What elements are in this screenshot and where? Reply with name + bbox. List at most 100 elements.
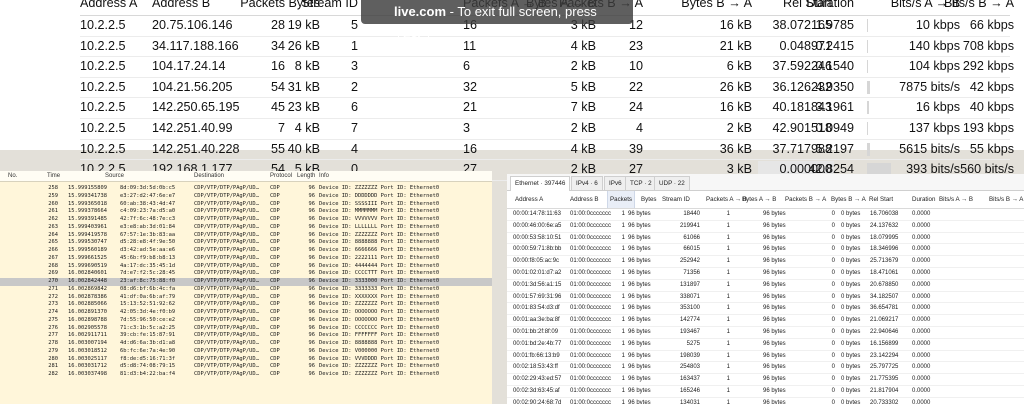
- conversation-row[interactable]: 00:02:18:53:43:ff 01:00:0ccccccc 1 96 bytes…: [507, 362, 1024, 375]
- packet-row[interactable]: 268 15.999690519 4a:17:dc:35:45:1d CDP/VTP/…: [0, 263, 492, 271]
- table-cell: 18440: [683, 211, 700, 217]
- column-header[interactable]: Info: [319, 171, 329, 181]
- column-header[interactable]: Address B: [152, 0, 210, 10]
- packet-row[interactable]: 276 16.002905578 71:c3:1b:5c:a2:25 CDP/VTP/…: [0, 325, 492, 333]
- table-cell: 193467: [679, 328, 700, 335]
- packet-length: 96: [308, 355, 316, 362]
- stats-row[interactable]: 10.2.2.5 142.250.65.195 45 23 kB 6 21 7 kB 24 16…: [80, 98, 1014, 119]
- packet-cell: e3:27:d2:47:6e:e7: [120, 192, 176, 199]
- conversation-row[interactable]: 00:00:14:78:11:63 01:00:0ccccccc 1 96 bytes…: [507, 209, 1024, 221]
- packet-row[interactable]: 264 15.999419578 67:57:1e:3b:83:aa CDP/VTP/…: [0, 232, 492, 240]
- packet-row[interactable]: 271 16.002869842 08:d6:bf:6b:4c:fa CDP/VTP/…: [0, 286, 492, 294]
- packet-row[interactable]: 273 16.002885066 15:13:52:51:92:62 CDP/VTP/…: [0, 301, 492, 309]
- conversation-row[interactable]: 00:01:57:69:31:96 01:00:0ccccccc 1 96 bytes…: [507, 292, 1024, 304]
- table-cell: 21.775395: [870, 376, 899, 383]
- conversation-row[interactable]: 00:00:59:71:8b:bb 01:00:0ccccccc 1 96 bytes…: [507, 244, 1024, 257]
- packet-row[interactable]: 278 16.003007194 4d:d6:6a:3b:d1:a8 CDP/VTP/…: [0, 340, 492, 348]
- column-header[interactable]: Length: [297, 171, 315, 181]
- conversation-row[interactable]: 00:01:bb:2f:8f:09 01:00:0ccccccc 1 96 bytes…: [507, 327, 1024, 339]
- packet-row[interactable]: 258 15.999155809 8d:09:3d:5d:0b:c5 CDP/VTP/…: [0, 185, 492, 193]
- column-header[interactable]: Bits/s A → B: [939, 191, 973, 208]
- packet-cell: d5:d8:74:08:79:15: [120, 363, 176, 370]
- packet-row[interactable]: 266 15.999560189 d3:42:ad:5e:aa:e6 CDP/VTP/…: [0, 247, 492, 255]
- table-cell: 0 bytes: [841, 364, 861, 371]
- table-cell: 01:00:0ccccccc: [570, 305, 612, 312]
- conversation-row[interactable]: 00:02:90:24:68:7d 01:00:0ccccccc 1 96 bytes…: [507, 398, 1024, 404]
- conversation-row[interactable]: 00:01:3d:56:a1:15 01:00:0ccccccc 1 96 bytes…: [507, 280, 1024, 292]
- column-header[interactable]: Bytes A → B: [742, 191, 776, 208]
- stats-row[interactable]: 10.2.2.5 104.21.56.205 54 31 kB 2 32 5 kB 22 26 …: [80, 78, 1014, 99]
- conversation-row[interactable]: 00:01:bd:2e:4b:77 01:00:0ccccccc 1 96 bytes…: [507, 339, 1024, 351]
- column-header[interactable]: Bits/s B → A: [944, 0, 1014, 10]
- column-header[interactable]: Stream ID: [662, 191, 690, 208]
- column-header[interactable]: Address A: [515, 191, 543, 208]
- conversation-row[interactable]: 00:00:53:58:10:51 01:00:0ccccccc 1 96 bytes…: [507, 233, 1024, 245]
- packet-row[interactable]: 277 16.002911711 39:cb:fe:15:87:91 CDP/VTP/…: [0, 332, 492, 340]
- conversation-row[interactable]: 00:01:02:01:d7:a2 01:00:0ccccccc 1 96 bytes…: [507, 268, 1024, 280]
- packet-row[interactable]: 281 16.003031712 d5:d8:74:08:79:15 CDP/VTP/…: [0, 363, 492, 371]
- packet-list-body[interactable]: 258 15.999155809 8d:09:3d:5d:0b:c5 CDP/VTP/…: [0, 182, 492, 379]
- packet-row[interactable]: 260 15.999365018 60:ab:38:43:4d:47 CDP/VTP/…: [0, 201, 492, 209]
- conversation-row[interactable]: 00:01:aa:3e:ba:8f 01:00:0ccccccc 1 96 bytes…: [507, 315, 1024, 327]
- packet-row[interactable]: 275 16.002898788 7d:55:96:50:ce:e2 CDP/VTP/…: [0, 317, 492, 325]
- packet-row[interactable]: 282 16.003037498 81:d3:b4:22:ba:f4 CDP/VTP/…: [0, 371, 492, 379]
- column-header[interactable]: Stream ID: [301, 0, 358, 10]
- column-header[interactable]: Packets: [240, 0, 285, 10]
- packet-cell: CDP: [270, 262, 280, 269]
- packet-row[interactable]: 279 16.003018512 6b:fc:6e:7a:4e:90 CDP/VTP/…: [0, 348, 492, 356]
- packet-row[interactable]: 267 15.999661525 45:6b:f9:b8:b8:13 CDP/VTP/…: [0, 255, 492, 263]
- tab-tcp[interactable]: TCP · 2: [625, 176, 657, 190]
- column-header[interactable]: Rel Start: [869, 191, 893, 208]
- column-header[interactable]: Bytes B → A: [681, 0, 752, 10]
- table-cell: 0 bytes: [841, 328, 861, 335]
- column-header[interactable]: Duration: [806, 0, 854, 10]
- conversation-row[interactable]: 00:01:83:54:d3:df 01:00:0ccccccc 1 96 bytes…: [507, 303, 1024, 316]
- column-header[interactable]: Bits/s B → A: [989, 191, 1023, 208]
- protocol-tabs: Ethernet · 397446 IPv4 · 6 IPv6 TCP · 2 UDP …: [507, 174, 1024, 191]
- packet-row[interactable]: 259 15.999341738 e3:27:d2:47:6e:e7 CDP/VTP/…: [0, 193, 492, 201]
- column-header[interactable]: Duration: [912, 191, 935, 208]
- table-cell: 21.069217: [870, 317, 899, 324]
- conversations-body[interactable]: 00:00:14:78:11:63 01:00:0ccccccc 1 96 bytes…: [507, 209, 1024, 404]
- column-header[interactable]: Address A: [80, 0, 137, 10]
- packet-row[interactable]: 274 16.002891370 42:05:3d:4e:f0:b9 CDP/VTP/…: [0, 309, 492, 317]
- stats-row[interactable]: 10.2.2.5 142.251.40.228 55 40 kB 4 16 4 kB 39 36…: [80, 140, 1014, 161]
- stats-row[interactable]: 10.2.2.5 34.117.188.166 34 26 kB 1 11 4 kB 23 21…: [80, 37, 1014, 58]
- column-header[interactable]: Protocol: [270, 171, 292, 181]
- packet-length: 96: [308, 254, 316, 261]
- column-header[interactable]: Address B: [570, 191, 599, 208]
- column-header[interactable]: Packets A → B: [706, 191, 747, 208]
- packet-row[interactable]: 265 15.999530747 d5:28:e8:4f:9e:50 CDP/VTP/…: [0, 239, 492, 247]
- packet-row[interactable]: 262 15.999391485 42:7f:6c:48:7e:c3 CDP/VTP/…: [0, 216, 492, 224]
- tab-ipv6[interactable]: IPv6: [604, 176, 627, 190]
- column-header[interactable]: Time: [47, 171, 60, 181]
- packet-length: 96: [308, 371, 316, 377]
- conversation-row[interactable]: 00:02:29:43:ed:57 01:00:0ccccccc 1 96 bytes…: [507, 374, 1024, 386]
- packet-row[interactable]: 272 16.002878386 41:df:0a:6b:af:79 CDP/VTP/…: [0, 294, 492, 302]
- column-header[interactable]: Packets B → A: [785, 191, 826, 208]
- column-header[interactable]: Bytes B → A: [831, 191, 866, 208]
- packet-row[interactable]: 261 15.999378664 c4:09:23:7a:d5:a0 CDP/VTP/…: [0, 208, 492, 216]
- packet-row[interactable]: 269 16.002840601 7d:e7:f2:5c:28:45 CDP/VTP/…: [0, 270, 492, 278]
- stats-row[interactable]: 10.2.2.5 142.251.40.99 7 4 kB 7 3 2 kB 4 2 kB 42.…: [80, 119, 1014, 140]
- packet-cell: 81:d3:b4:22:ba:f4: [120, 371, 176, 377]
- tab-ethernet[interactable]: Ethernet · 397446: [510, 176, 571, 191]
- packet-row[interactable]: 270 16.002842448 23:af:8c:75:88:f0 CDP/VTP/…: [0, 278, 492, 286]
- packet-row[interactable]: 263 15.999403961 e3:e8:ab:3d:01:84 CDP/VTP/…: [0, 224, 492, 232]
- column-header[interactable]: Source: [105, 171, 124, 181]
- conversation-row[interactable]: 00:00:f8:05:ac:9c 01:00:0ccccccc 1 96 bytes…: [507, 256, 1024, 268]
- column-header[interactable]: Destination: [194, 171, 224, 181]
- tab-udp[interactable]: UDP · 22: [654, 176, 690, 190]
- table-cell: 0 bytes: [841, 269, 861, 276]
- table-cell: 0 bytes: [841, 234, 861, 241]
- tab-ipv4[interactable]: IPv4 · 6: [571, 176, 603, 190]
- conversation-row[interactable]: 00:00:46:00:6e:a5 01:00:0ccccccc 1 96 bytes…: [507, 221, 1024, 233]
- column-header[interactable]: Packets: [607, 191, 636, 208]
- conversation-row[interactable]: 00:02:3d:63:45:af 01:00:0ccccccc 1 96 bytes…: [507, 386, 1024, 398]
- column-header[interactable]: No.: [8, 171, 17, 181]
- stats-row[interactable]: 10.2.2.5 104.17.24.14 16 8 kB 3 6 2 kB 10 6 kB 37…: [80, 57, 1014, 78]
- table-cell: 1: [726, 340, 730, 347]
- packet-row[interactable]: 280 16.003025117 f8:de:d5:16:71:3f CDP/VTP/…: [0, 356, 492, 364]
- conversation-row[interactable]: 00:01:fb:66:13:b9 01:00:0ccccccc 1 96 bytes…: [507, 351, 1024, 363]
- column-header[interactable]: Bytes: [641, 191, 656, 208]
